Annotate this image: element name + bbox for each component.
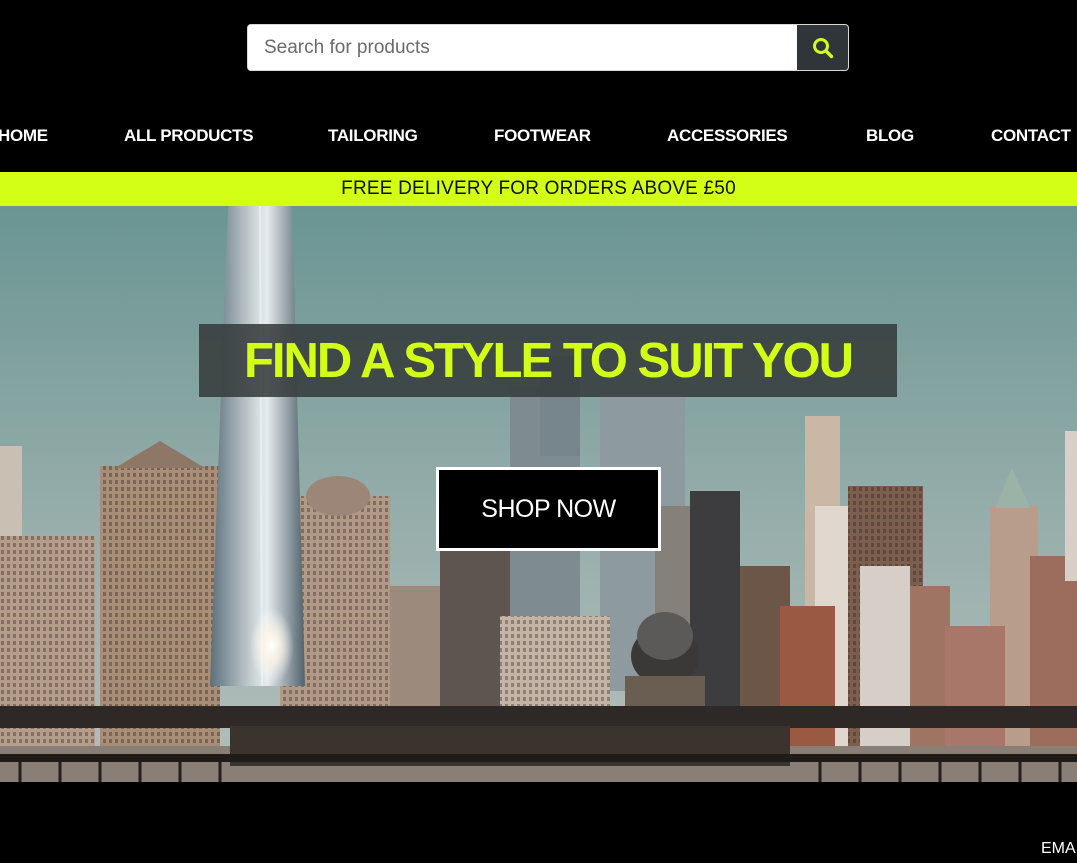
nav-item-contact[interactable]: CONTACT: [991, 112, 1071, 160]
search-form: [247, 24, 849, 71]
nav-item-tailoring[interactable]: TAILORING: [328, 112, 418, 160]
search-icon: [812, 37, 833, 58]
nav-item-blog[interactable]: BLOG: [866, 112, 914, 160]
nav-item-footwear[interactable]: FOOTWEAR: [494, 112, 591, 160]
hero-section: FIND A STYLE TO SUIT YOU SHOP NOW: [0, 206, 1077, 782]
page: HOME ALL PRODUCTS TAILORING FOOTWEAR ACC…: [0, 0, 1077, 863]
search-button[interactable]: [797, 25, 848, 70]
email-label: EMA: [1041, 840, 1076, 857]
free-delivery-banner: FREE DELIVERY FOR ORDERS ABOVE £50: [0, 172, 1077, 206]
nav-item-accessories[interactable]: ACCESSORIES: [667, 112, 788, 160]
nav-item-all-products[interactable]: ALL PRODUCTS: [124, 112, 254, 160]
hero-headline-box: FIND A STYLE TO SUIT YOU: [199, 324, 897, 397]
footer: [0, 782, 1077, 863]
search-input[interactable]: [248, 25, 797, 70]
main-nav: HOME ALL PRODUCTS TAILORING FOOTWEAR ACC…: [0, 112, 1077, 160]
shop-now-button[interactable]: SHOP NOW: [436, 467, 661, 551]
hero-headline: FIND A STYLE TO SUIT YOU: [243, 333, 854, 388]
nav-item-home[interactable]: HOME: [0, 112, 48, 160]
